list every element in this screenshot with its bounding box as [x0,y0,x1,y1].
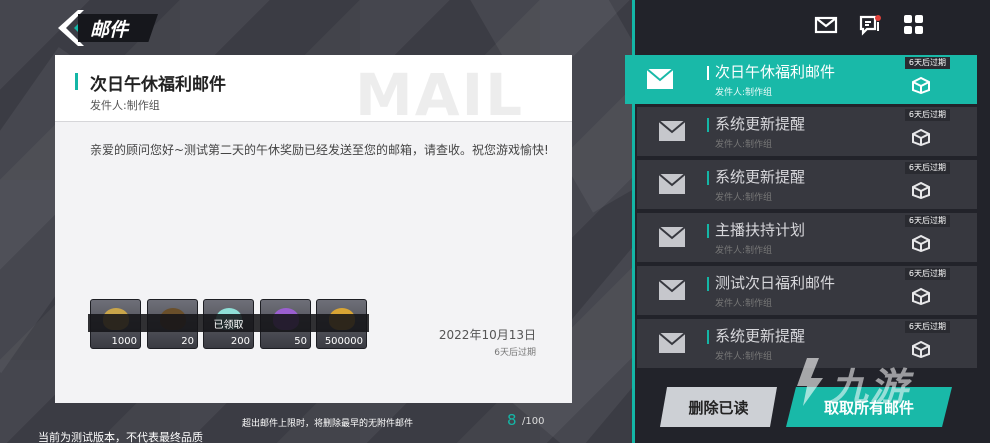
gift-box-icon [912,181,930,199]
chat-icon[interactable] [858,14,882,36]
mail-list-title: 测试次日福利邮件 [715,274,836,292]
mail-list-sender: 发件人:制作组 [715,352,773,362]
list-item-accent [707,330,709,344]
attachment-count: 200 [230,336,250,347]
envelope-icon [658,173,686,194]
list-item-accent [707,224,709,238]
mail-icon[interactable] [814,14,838,36]
mail-list-expire: 6天后过期 [904,57,950,69]
mail-list-item[interactable]: 次日午休福利邮件 发件人:制作组 6天后过期 [625,55,977,104]
gift-box-icon [912,234,930,252]
gift-box-icon [912,128,930,146]
envelope-icon [646,68,674,89]
page-title: 邮件 [90,19,129,41]
envelope-icon [658,279,686,300]
list-item-accent [707,118,709,132]
grid-menu-icon[interactable] [902,14,926,36]
delete-read-label: 删除已读 [688,399,749,417]
envelope-icon [658,120,686,141]
mail-detail-header: MAIL 次日午休福利邮件 发件人:制作组 [55,55,572,129]
gift-box-icon [912,76,930,94]
watermark-text: 九游 [830,365,911,409]
list-item-accent [707,277,709,291]
mail-list-sender: 发件人:制作组 [715,140,773,150]
mail-list-expire: 6天后过期 [904,268,950,280]
mail-list-expire: 6天后过期 [904,109,950,121]
mail-list-title: 次日午休福利邮件 [715,63,836,81]
mail-expire: 6天后过期 [494,348,536,358]
attachment-count: 50 [294,336,307,347]
mail-list-title: 系统更新提醒 [715,327,806,345]
mail-body: 亲爱的顾问您好~测试第二天的午休奖励已经发送至您的邮箱，请查收。祝您游戏愉快! [90,143,549,157]
mail-detail-card: MAIL 次日午休福利邮件 发件人:制作组 亲爱的顾问您好~测试第二天的午休奖励… [55,55,572,403]
mail-list-item[interactable]: 系统更新提醒 发件人:制作组 6天后过期 [637,160,977,209]
attachment-count: 500000 [324,336,363,347]
mail-list-expire: 6天后过期 [904,215,950,227]
mail-list-expire: 6天后过期 [904,162,950,174]
envelope-icon [658,226,686,247]
mail-list-sender: 发件人:制作组 [715,299,773,309]
gift-box-icon [912,287,930,305]
claimed-label: 已领取 [213,320,244,331]
mail-date: 2022年10月13日 [438,328,536,342]
mail-count-current: 8 [507,411,517,429]
mail-watermark: MAIL [355,61,525,129]
mail-list-sender: 发件人:制作组 [715,88,773,98]
mail-count-max: /100 [522,416,545,427]
mail-list-title: 系统更新提醒 [715,115,806,133]
version-note: 当前为测试版本，不代表最终品质 [38,431,203,443]
mail-list-title: 主播扶持计划 [715,221,806,239]
mailbox-limit-note: 超出邮件上限时，将删除最早的无附件邮件 [242,419,414,429]
attachment-count: 20 [181,336,194,347]
attachment-count: 1000 [111,336,137,347]
mail-list-sender: 发件人:制作组 [715,246,773,256]
mail-title: 次日午休福利邮件 [90,75,226,95]
mail-sender: 发件人:制作组 [90,99,160,112]
delete-read-button[interactable]: 删除已读 [660,387,777,427]
mail-list-expire: 6天后过期 [904,321,950,333]
mail-list-title: 系统更新提醒 [715,168,806,186]
title-accent [75,73,78,90]
mail-list-item[interactable]: 测试次日福利邮件 发件人:制作组 6天后过期 [637,266,977,315]
claimed-overlay: 已领取 [88,314,369,332]
list-item-accent [707,66,709,80]
envelope-icon [658,332,686,353]
mail-list-item[interactable]: 主播扶持计划 发件人:制作组 6天后过期 [637,213,977,262]
list-item-accent [707,171,709,185]
mail-list-item[interactable]: 系统更新提醒 发件人:制作组 6天后过期 [637,107,977,156]
mail-list-sender: 发件人:制作组 [715,193,773,203]
